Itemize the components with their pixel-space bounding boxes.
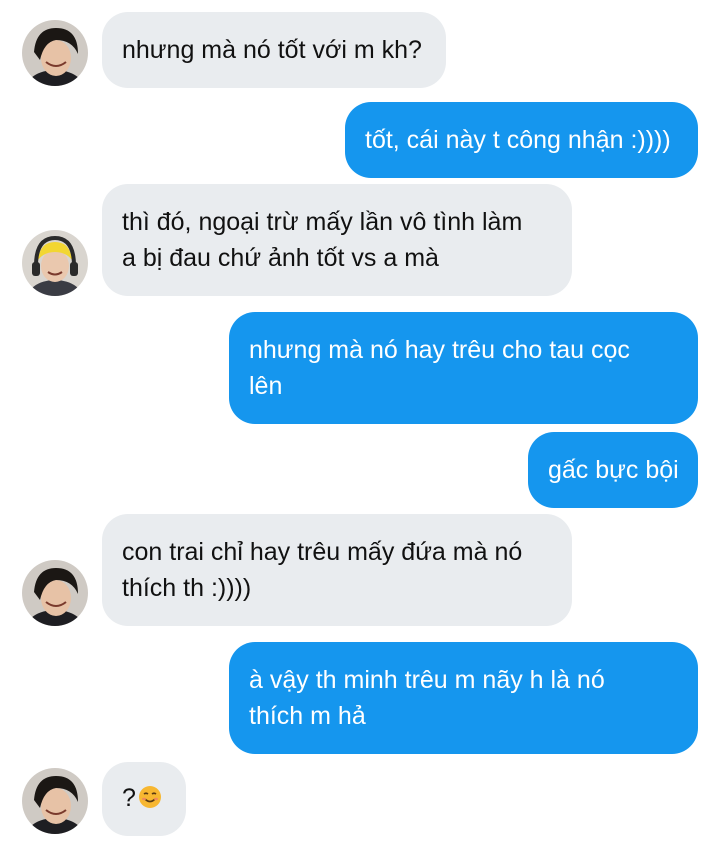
message-bubble-outgoing[interactable]: à vậy th minh trêu m nãy h là nó thích m… bbox=[229, 642, 698, 754]
message-bubble-incoming[interactable]: ? bbox=[102, 762, 186, 836]
avatar-headphones-icon[interactable] bbox=[22, 230, 88, 296]
message-text: à vậy th minh trêu m nãy h là nó bbox=[249, 666, 605, 694]
message-bubble-outgoing[interactable]: nhưng mà nó hay trêu cho tau cọc lên bbox=[229, 312, 698, 424]
message-text: thích m hả bbox=[249, 702, 366, 730]
message-bubble-incoming[interactable]: thì đó, ngoại trừ mấy lần vô tình làm a … bbox=[102, 184, 572, 296]
message-text: ? bbox=[122, 784, 136, 812]
message-bubble-outgoing[interactable]: gấc bực bội bbox=[528, 432, 698, 508]
message-text: a bị đau chứ ảnh tốt vs a mà bbox=[122, 244, 439, 272]
message-text: lên bbox=[249, 372, 283, 400]
message-bubble-incoming[interactable]: con trai chỉ hay trêu mấy đứa mà nó thíc… bbox=[102, 514, 572, 626]
message-text: gấc bực bội bbox=[548, 456, 679, 484]
message-text: thì đó, ngoại trừ mấy lần vô tình làm bbox=[122, 208, 523, 236]
avatar-boy-icon[interactable] bbox=[22, 20, 88, 86]
message-text: tốt, cái này t công nhận :)))) bbox=[365, 126, 671, 154]
avatar-boy-icon[interactable] bbox=[22, 768, 88, 834]
message-bubble-incoming[interactable]: nhưng mà nó tốt với m kh? bbox=[102, 12, 446, 88]
message-text: nhưng mà nó hay trêu cho tau cọc bbox=[249, 336, 630, 364]
avatar-boy-icon[interactable] bbox=[22, 560, 88, 626]
smiling-face-emoji-icon bbox=[138, 783, 162, 808]
message-bubble-outgoing[interactable]: tốt, cái này t công nhận :)))) bbox=[345, 102, 698, 178]
message-text: nhưng mà nó tốt với m kh? bbox=[122, 36, 422, 64]
message-text: thích th :)))) bbox=[122, 574, 252, 602]
message-text: con trai chỉ hay trêu mấy đứa mà nó bbox=[122, 538, 523, 566]
